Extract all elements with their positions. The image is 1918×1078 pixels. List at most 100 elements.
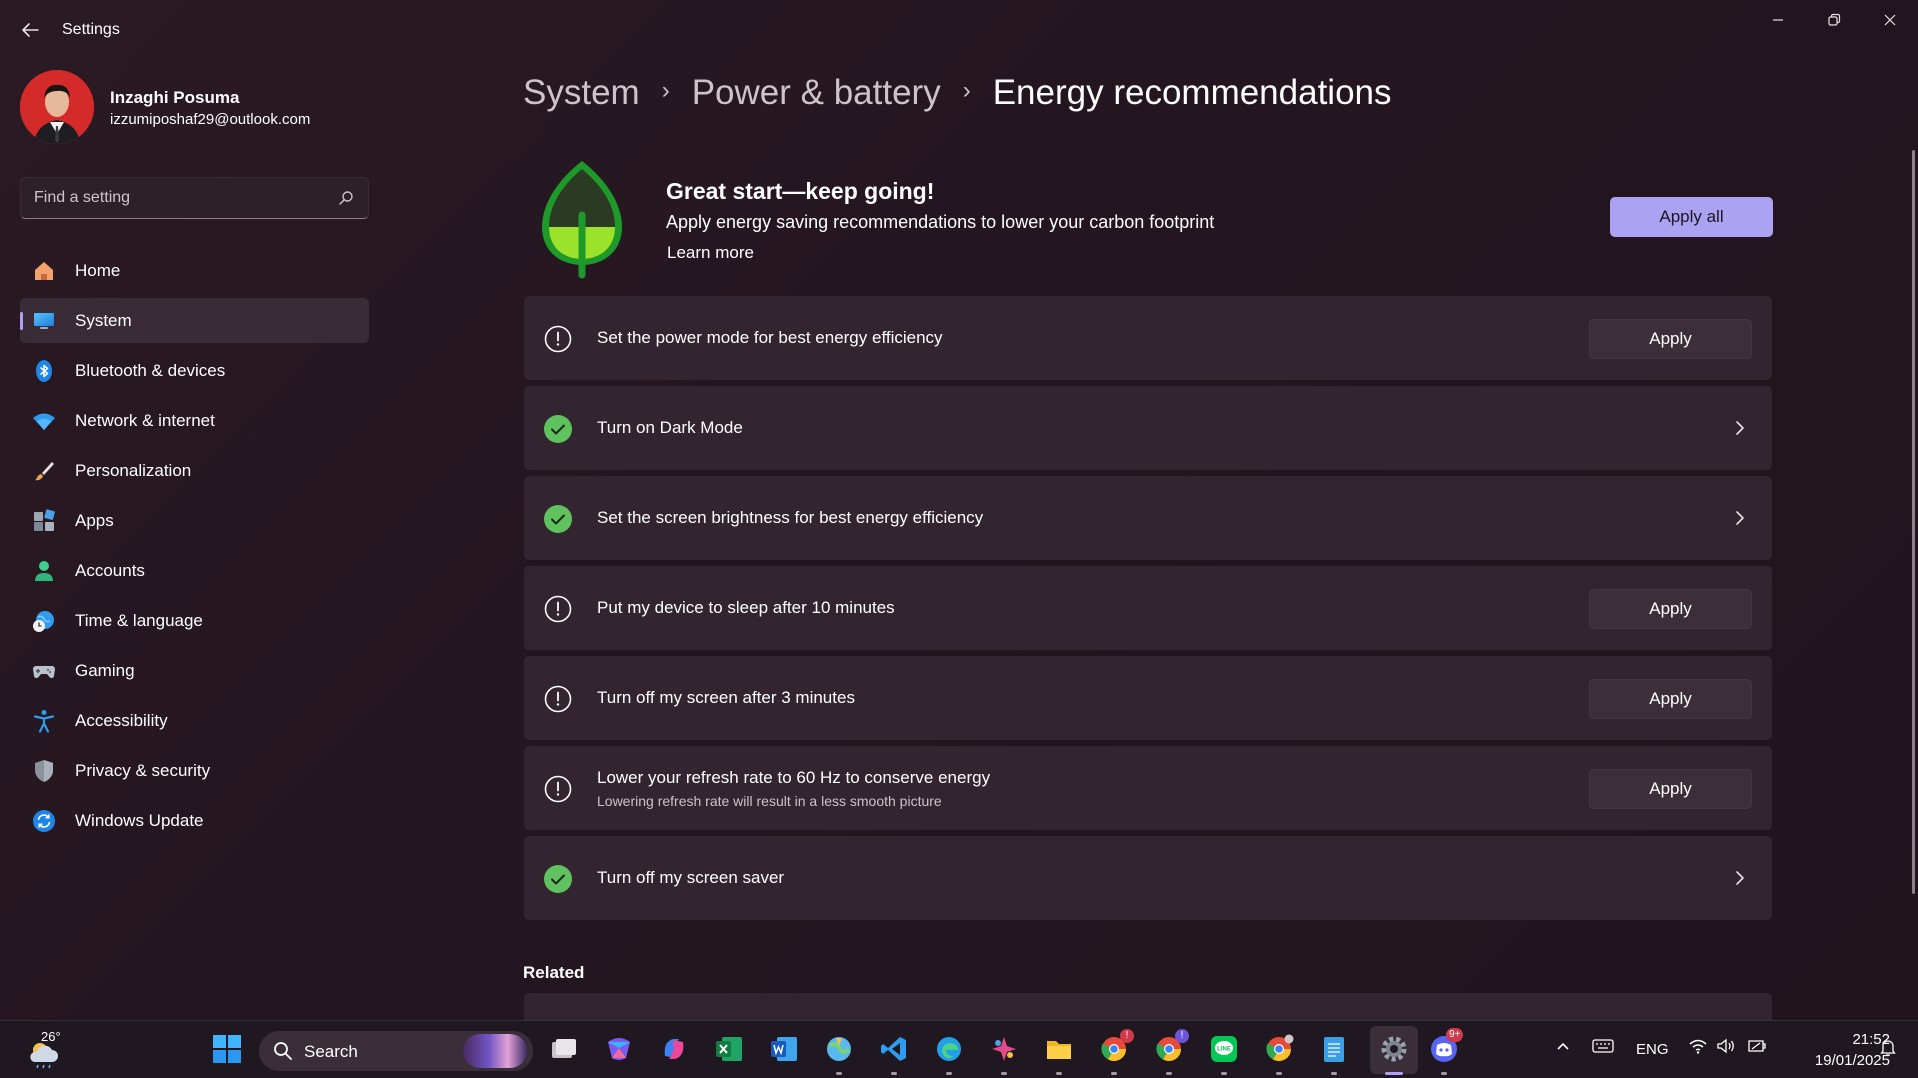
sidebar-item-label: Apps xyxy=(75,511,114,530)
running-indicator xyxy=(1001,1072,1007,1075)
running-indicator xyxy=(1385,1072,1403,1075)
maps-icon[interactable] xyxy=(821,1031,857,1067)
sidebar-item-personalization[interactable]: Personalization xyxy=(20,448,369,493)
start-icon[interactable] xyxy=(209,1031,245,1067)
sidebar-item-label: Bluetooth & devices xyxy=(75,361,226,380)
breadcrumb-system[interactable]: System xyxy=(523,73,640,113)
recommendation-title: Turn off my screen after 3 minutes xyxy=(597,688,855,707)
sidebar-item-system[interactable]: System xyxy=(20,298,369,343)
chevron-up-icon[interactable] xyxy=(1554,1037,1572,1059)
profile-email: izzumiposhaf29@outlook.com xyxy=(110,111,311,128)
recommendation-card[interactable]: Set the screen brightness for best energ… xyxy=(524,476,1772,560)
settings-icon[interactable] xyxy=(1376,1031,1412,1067)
taskbar: 26° Search ! ! LINE 9+ ENG 21:52 19/01/2… xyxy=(0,1020,1918,1078)
notification-badge: 9+ xyxy=(1446,1028,1464,1042)
running-indicator xyxy=(946,1072,952,1075)
chevron-right-icon[interactable] xyxy=(1733,419,1747,437)
language-indicator[interactable]: ENG xyxy=(1636,1041,1669,1058)
notepad-icon[interactable] xyxy=(1316,1031,1352,1067)
chrome-profile-2-icon[interactable] xyxy=(1261,1031,1297,1067)
task-view-icon[interactable] xyxy=(546,1031,582,1067)
sidebar-item-label: Privacy & security xyxy=(75,761,211,780)
sidebar-item-windows-update[interactable]: Windows Update xyxy=(20,798,369,843)
breadcrumb: System › Power & battery › Energy recomm… xyxy=(523,70,1392,116)
scrollbar[interactable] xyxy=(1912,150,1915,894)
line-icon[interactable]: LINE xyxy=(1206,1031,1242,1067)
learn-more-link[interactable]: Learn more xyxy=(667,243,754,263)
bluetooth-icon xyxy=(32,359,56,383)
chevron-right-icon[interactable] xyxy=(1733,869,1747,887)
back-arrow-icon xyxy=(22,23,39,37)
volume-icon[interactable] xyxy=(1716,1037,1736,1059)
sparkle-app-icon[interactable] xyxy=(986,1031,1022,1067)
running-indicator xyxy=(1441,1072,1447,1075)
apply-button[interactable]: Apply xyxy=(1589,319,1752,359)
settings-search[interactable] xyxy=(20,177,369,219)
running-indicator xyxy=(1056,1072,1062,1075)
sidebar-item-home[interactable]: Home xyxy=(20,248,369,293)
check-circle-icon xyxy=(544,505,572,533)
m365-icon[interactable] xyxy=(601,1031,637,1067)
avatar[interactable] xyxy=(20,70,94,144)
warning-circle-icon xyxy=(544,685,572,713)
search-icon[interactable] xyxy=(338,190,354,206)
sidebar-item-apps[interactable]: Apps xyxy=(20,498,369,543)
accessibility-icon xyxy=(32,709,56,733)
sidebar-item-privacy[interactable]: Privacy & security xyxy=(20,748,369,793)
running-indicator xyxy=(1166,1072,1172,1075)
clock-date[interactable]: 19/01/2025 xyxy=(1789,1052,1890,1069)
brush-icon xyxy=(32,459,56,483)
running-indicator xyxy=(1111,1072,1117,1075)
wifi-icon[interactable] xyxy=(1688,1037,1708,1059)
copilot-icon[interactable] xyxy=(656,1031,692,1067)
recommendation-title: Set the screen brightness for best energ… xyxy=(597,508,984,527)
notification-bell-icon[interactable] xyxy=(1878,1037,1898,1061)
taskbar-search-label: Search xyxy=(304,1042,358,1061)
sidebar-item-accounts[interactable]: Accounts xyxy=(20,548,369,593)
recommendation-title: Put my device to sleep after 10 minutes xyxy=(597,598,895,617)
recommendation-description: Lowering refresh rate will result in a l… xyxy=(597,793,942,809)
file-explorer-icon[interactable] xyxy=(1041,1031,1077,1067)
sidebar-item-time-language[interactable]: Time & language xyxy=(20,598,369,643)
chevron-right-icon: › xyxy=(962,77,971,104)
close-button[interactable] xyxy=(1870,8,1910,32)
recommendation-list: Set the power mode for best energy effic… xyxy=(524,296,1772,926)
recommendation-card[interactable]: Turn on Dark Mode xyxy=(524,386,1772,470)
system-icon xyxy=(32,309,56,333)
minimize-button[interactable] xyxy=(1758,8,1798,32)
sidebar-item-gaming[interactable]: Gaming xyxy=(20,648,369,693)
excel-icon[interactable] xyxy=(711,1031,747,1067)
sidebar-item-bluetooth[interactable]: Bluetooth & devices xyxy=(20,348,369,393)
recommendation-title: Set the power mode for best energy effic… xyxy=(597,328,943,347)
recommendation-card[interactable]: Turn off my screen saver xyxy=(524,836,1772,920)
edge-icon[interactable] xyxy=(931,1031,967,1067)
warning-circle-icon xyxy=(544,595,572,623)
word-icon[interactable] xyxy=(766,1031,802,1067)
sidebar-item-accessibility[interactable]: Accessibility xyxy=(20,698,369,743)
apply-all-button[interactable]: Apply all xyxy=(1610,197,1773,237)
vscode-icon[interactable] xyxy=(876,1031,912,1067)
notification-badge: ! xyxy=(1175,1029,1189,1043)
warning-circle-icon xyxy=(544,325,572,353)
check-circle-icon xyxy=(544,415,572,443)
sidebar-item-network[interactable]: Network & internet xyxy=(20,398,369,443)
chevron-right-icon[interactable] xyxy=(1733,509,1747,527)
battery-sync-icon[interactable] xyxy=(1746,1037,1770,1059)
chrome-profile-icon[interactable]: ! xyxy=(1151,1029,1189,1067)
chrome-icon[interactable]: ! xyxy=(1096,1029,1134,1067)
discord-icon[interactable]: 9+ xyxy=(1426,1028,1464,1067)
keyboard-icon[interactable] xyxy=(1592,1037,1614,1059)
search-input[interactable] xyxy=(34,187,334,209)
taskbar-search[interactable]: Search xyxy=(259,1031,533,1071)
title-bar: Settings xyxy=(0,0,1918,60)
breadcrumb-power-battery[interactable]: Power & battery xyxy=(692,73,941,113)
restore-button[interactable] xyxy=(1814,8,1854,32)
related-card[interactable] xyxy=(524,993,1772,1020)
back-button[interactable] xyxy=(18,18,42,42)
wifi-icon xyxy=(32,409,56,433)
running-indicator xyxy=(1331,1072,1337,1075)
apply-button[interactable]: Apply xyxy=(1589,769,1752,809)
running-indicator xyxy=(891,1072,897,1075)
apply-button[interactable]: Apply xyxy=(1589,589,1752,629)
apply-button[interactable]: Apply xyxy=(1589,679,1752,719)
